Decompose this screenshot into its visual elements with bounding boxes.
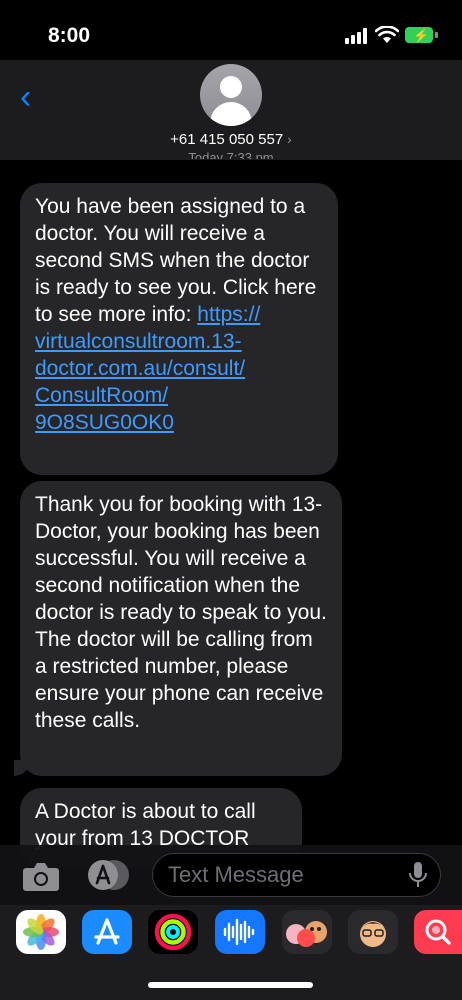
photos-icon[interactable] <box>16 910 66 954</box>
link-line: https:// <box>197 303 261 326</box>
fitness-icon[interactable] <box>148 910 198 954</box>
message-text: Thank you for booking with 13-Doctor, yo… <box>35 493 327 732</box>
link-line: doctor.com.au/consult/ <box>35 357 246 380</box>
message-bubble[interactable]: You have been assigned to a doctor. You … <box>20 183 338 475</box>
contact-name: +61 415 050 557 <box>170 131 284 148</box>
memoji-stickers-icon[interactable] <box>348 910 398 954</box>
memoji-icon[interactable] <box>282 910 332 954</box>
message-input-placeholder: Text Message <box>168 862 304 887</box>
microphone-icon[interactable] <box>408 861 428 889</box>
link-line: ConsultRoom/ <box>35 384 169 407</box>
status-time: 8:00 <box>48 24 91 47</box>
link-line: virtualconsultroom.13- <box>35 330 242 353</box>
chevron-right-icon: › <box>287 131 292 147</box>
back-chevron-icon[interactable]: ‹ <box>20 80 31 114</box>
camera-icon[interactable] <box>22 860 60 892</box>
wifi-icon <box>375 26 399 43</box>
link-line: 9O8SUG0OK0 <box>35 411 174 434</box>
app-store-apps-icon[interactable] <box>86 859 130 891</box>
avatar-head <box>220 76 242 98</box>
contact-name-button[interactable]: +61 415 050 557 › <box>0 131 462 148</box>
message-timestamp: Today 7:33 pm <box>188 150 274 159</box>
battery-tip <box>435 32 438 38</box>
avatar-body <box>210 102 252 126</box>
contact-avatar[interactable] <box>200 64 262 126</box>
audio-message-icon[interactable] <box>215 910 265 954</box>
charging-bolt-icon: ⚡ <box>413 28 430 43</box>
app-store-icon[interactable] <box>82 910 132 954</box>
cellular-signal-icon <box>345 28 367 44</box>
search-images-icon[interactable] <box>414 910 462 954</box>
home-indicator[interactable] <box>148 982 313 988</box>
message-bubble[interactable]: Thank you for booking with 13-Doctor, yo… <box>14 481 342 776</box>
message-text: You have been assigned to a doctor. You … <box>35 195 317 326</box>
message-text: A Doctor is about to call your from 13 D… <box>35 800 256 850</box>
